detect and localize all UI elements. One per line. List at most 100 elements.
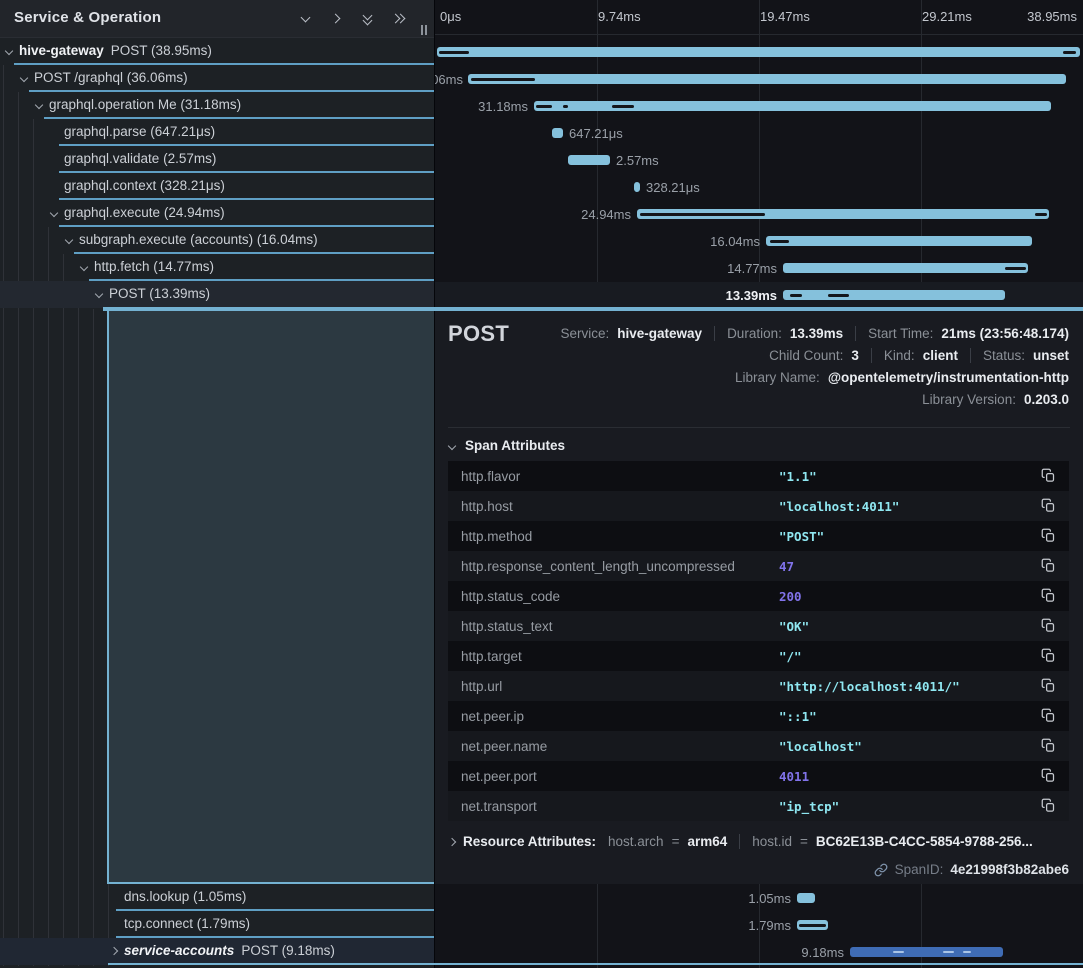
tree-row[interactable]: graphql.context (328.21μs) xyxy=(0,173,434,200)
copy-icon[interactable] xyxy=(1041,498,1057,514)
attribute-row: http.method"POST" xyxy=(448,521,1069,551)
copy-icon[interactable] xyxy=(1041,588,1057,604)
span-label: tcp.connect (1.79ms) xyxy=(124,916,250,931)
attribute-row: http.target "/" xyxy=(448,641,1069,671)
chevron-right-icon[interactable] xyxy=(330,12,344,26)
attribute-value: 4011 xyxy=(779,769,809,784)
span-bar[interactable] xyxy=(552,128,563,138)
copy-icon[interactable] xyxy=(1041,648,1057,664)
span-bar[interactable] xyxy=(468,74,1066,84)
selected-span-underline xyxy=(103,307,1083,311)
tree-row[interactable]: graphql.operation Me (31.18ms) xyxy=(0,92,434,119)
tree-row[interactable]: graphql.execute (24.94ms) xyxy=(0,200,434,227)
span-label: graphql.validate (2.57ms) xyxy=(64,151,216,166)
attribute-key: http.status_text xyxy=(461,619,553,634)
tree-row[interactable]: dns.lookup (1.05ms) xyxy=(0,884,434,911)
span-bar[interactable] xyxy=(766,236,1032,246)
chevron-down-icon[interactable] xyxy=(95,290,103,298)
attribute-key: http.target xyxy=(461,649,522,664)
indent-guide xyxy=(93,309,94,966)
resource-key: host.arch xyxy=(608,834,664,849)
indent-guide xyxy=(63,254,64,966)
copy-icon[interactable] xyxy=(1041,468,1057,484)
duration-label: 647.21μs xyxy=(569,126,623,141)
panel-divider[interactable] xyxy=(434,0,435,968)
attribute-row: http.url"http://localhost:4011/" xyxy=(448,671,1069,701)
span-bar[interactable] xyxy=(568,155,610,165)
divider xyxy=(739,834,740,849)
resource-attributes-row[interactable]: Resource Attributes: host.arch=arm64host… xyxy=(449,834,1033,849)
tree-row[interactable]: graphql.validate (2.57ms) xyxy=(0,146,434,173)
info-value: hive-gateway xyxy=(617,326,702,341)
attribute-row: net.peer.port4011 xyxy=(448,761,1069,791)
timeline-panel: 0μs9.74ms19.47ms29.21ms38.95ms 36.06ms31… xyxy=(435,0,1083,968)
copy-icon[interactable] xyxy=(1041,768,1057,784)
chevron-right-icon[interactable] xyxy=(110,947,118,955)
tree-row[interactable]: POST /graphql (36.06ms) xyxy=(0,65,434,92)
copy-icon[interactable] xyxy=(1041,798,1057,814)
span-bar[interactable] xyxy=(783,290,1005,300)
span-id-value: 4e21998f3b82abe6 xyxy=(950,862,1069,877)
span-bar[interactable] xyxy=(783,263,1028,273)
span-bar[interactable] xyxy=(850,947,1003,957)
chevron-down-icon[interactable] xyxy=(80,263,88,271)
tree-row[interactable]: graphql.parse (647.21μs) xyxy=(0,119,434,146)
service-operation-panel: hive-gatewayPOST (38.95ms)POST /graphql … xyxy=(0,0,434,968)
panel-resize-grip[interactable] xyxy=(420,25,428,35)
span-id-label: SpanID: xyxy=(895,862,944,877)
span-label: graphql.operation Me (31.18ms) xyxy=(49,97,241,112)
duration-label: 328.21μs xyxy=(646,180,700,195)
child-span-marker xyxy=(963,951,971,953)
span-bar[interactable] xyxy=(437,47,1080,57)
divider xyxy=(714,326,715,341)
tree-row[interactable]: service-accountsPOST (9.18ms) xyxy=(0,938,434,965)
duration-label: 36.06ms xyxy=(435,72,463,87)
span-info-line: Library Name:@opentelemetry/instrumentat… xyxy=(560,366,1069,388)
copy-icon[interactable] xyxy=(1041,708,1057,724)
tree-row[interactable]: hive-gatewayPOST (38.95ms) xyxy=(0,38,434,65)
tree-row[interactable]: POST (13.39ms) xyxy=(0,281,434,308)
tree-row[interactable]: http.fetch (14.77ms) xyxy=(0,254,434,281)
chevron-down-icon[interactable] xyxy=(65,236,73,244)
chevron-down-icon[interactable] xyxy=(50,209,58,217)
span-detail-panel: POST Service:hive-gatewayDuration:13.39m… xyxy=(435,311,1083,884)
copy-icon[interactable] xyxy=(1041,528,1057,544)
info-value: 3 xyxy=(851,348,859,363)
info-label: Start Time: xyxy=(868,326,933,341)
chevron-down-icon[interactable] xyxy=(20,74,28,82)
double-chevron-right-icon[interactable] xyxy=(392,12,406,26)
axis-tick: 0μs xyxy=(440,9,461,24)
tree-row[interactable]: tcp.connect (1.79ms) xyxy=(0,911,434,938)
attribute-value: "::1" xyxy=(779,709,817,724)
span-bar[interactable] xyxy=(797,893,815,903)
copy-icon[interactable] xyxy=(1041,678,1057,694)
span-info-line: Library Version:0.203.0 xyxy=(560,388,1069,410)
attribute-value: "ip_tcp" xyxy=(779,799,839,814)
axis-tick: 29.21ms xyxy=(922,9,972,24)
info-label: Child Count: xyxy=(769,348,843,363)
chevron-down-icon[interactable] xyxy=(299,12,313,26)
child-span-marker xyxy=(471,78,535,81)
tree-row[interactable]: subgraph.execute (accounts) (16.04ms) xyxy=(0,227,434,254)
duration-label: 1.79ms xyxy=(748,918,791,933)
attribute-row: http.status_code200 xyxy=(448,581,1069,611)
info-label: Library Version: xyxy=(922,392,1016,407)
chevron-down-icon[interactable] xyxy=(5,47,13,55)
attribute-value: "/" xyxy=(779,649,802,664)
double-chevron-down-icon[interactable] xyxy=(361,12,375,26)
duration-label: 9.18ms xyxy=(801,945,844,960)
duration-label: 16.04ms xyxy=(710,234,760,249)
span-bar[interactable] xyxy=(634,182,640,192)
child-span-marker xyxy=(612,105,634,108)
copy-icon[interactable] xyxy=(1041,738,1057,754)
divider xyxy=(448,427,1070,428)
link-icon[interactable] xyxy=(874,863,888,877)
chevron-down-icon[interactable] xyxy=(35,101,43,109)
child-span-marker xyxy=(536,105,552,108)
span-attributes-header[interactable]: Span Attributes xyxy=(449,438,565,453)
span-info-line: Child Count:3Kind:clientStatus:unset xyxy=(560,344,1069,366)
info-label: Status: xyxy=(983,348,1025,363)
copy-icon[interactable] xyxy=(1041,618,1057,634)
copy-icon[interactable] xyxy=(1041,558,1057,574)
equals-sign: = xyxy=(800,834,808,849)
